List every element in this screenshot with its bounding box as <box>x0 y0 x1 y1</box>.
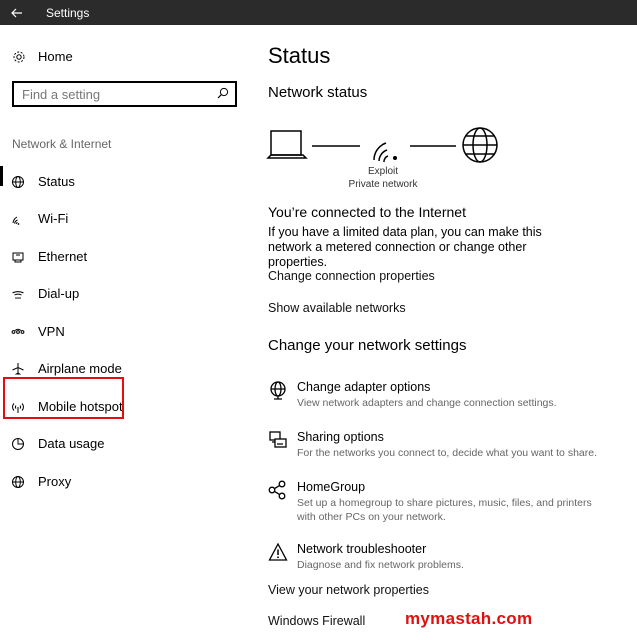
option-title: HomeGroup <box>297 480 366 494</box>
option-title: Change adapter options <box>297 380 431 394</box>
internet-globe-icon <box>462 127 498 163</box>
search-input[interactable] <box>22 85 212 103</box>
sidebar-item-label: Dial-up <box>38 286 80 302</box>
gear-icon <box>13 51 25 62</box>
option-description: Set up a homegroup to share pictures, mu… <box>297 497 592 523</box>
data-usage-icon <box>11 437 25 451</box>
title-bar: Settings <box>0 0 637 25</box>
sidebar-item-wifi[interactable]: Wi-Fi <box>0 201 240 239</box>
option-title: Sharing options <box>297 430 384 444</box>
laptop-icon <box>266 130 308 159</box>
sidebar-item-label: Status <box>38 173 75 189</box>
sidebar-item-vpn[interactable]: VPN <box>0 313 240 351</box>
search-icon[interactable] <box>217 87 229 99</box>
view-network-properties-link[interactable]: View your network properties <box>268 583 429 597</box>
hotspot-icon <box>11 400 25 414</box>
sidebar-item-mobile-hotspot[interactable]: Mobile hotspot <box>0 388 240 426</box>
network-name: Exploit <box>367 166 398 177</box>
home-label: Home <box>38 49 73 64</box>
show-available-networks-link[interactable]: Show available networks <box>268 301 406 315</box>
change-settings-heading: Change your network settings <box>268 337 467 354</box>
network-status-heading: Network status <box>268 84 368 101</box>
sidebar-item-status[interactable]: Status <box>0 163 240 201</box>
option-description: Diagnose and fix network problems. <box>297 559 464 571</box>
globe-status-icon <box>11 175 25 189</box>
sidebar-item-label: Wi-Fi <box>38 211 69 227</box>
page-title: Status <box>268 43 331 68</box>
back-button[interactable] <box>0 0 34 25</box>
windows-firewall-link[interactable]: Windows Firewall <box>268 614 365 628</box>
section-label: Network & Internet <box>12 137 112 151</box>
sidebar-item-airplane[interactable]: Airplane mode <box>0 351 240 389</box>
change-connection-properties-link[interactable]: Change connection properties <box>268 269 435 283</box>
option-description: For the networks you connect to, decide … <box>297 447 597 459</box>
adapter-globe-icon <box>270 381 286 400</box>
search-box[interactable] <box>12 81 237 107</box>
globe-icon <box>11 475 25 489</box>
sidebar-item-ethernet[interactable]: Ethernet <box>0 238 240 276</box>
home-nav[interactable]: Home <box>12 49 73 64</box>
sharing-icon <box>269 431 287 448</box>
sidebar-item-label: Data usage <box>38 436 105 452</box>
window-title: Settings <box>46 6 90 20</box>
connected-description: If you have a limited data plan, you can… <box>268 225 542 269</box>
sidebar-item-label: Ethernet <box>38 248 88 264</box>
option-title: Network troubleshooter <box>297 542 427 556</box>
dialup-icon <box>11 287 25 301</box>
watermark-text: mymastah.com <box>405 609 533 628</box>
option-description: View network adapters and change connect… <box>297 397 557 409</box>
vpn-icon <box>11 325 25 339</box>
sidebar-item-data-usage[interactable]: Data usage <box>0 426 240 464</box>
wifi-signal-icon <box>373 142 397 163</box>
network-type: Private network <box>348 179 418 190</box>
sidebar-item-proxy[interactable]: Proxy <box>0 463 240 501</box>
warning-icon <box>268 542 288 561</box>
sidebar-item-label: Proxy <box>38 473 72 489</box>
back-arrow-icon <box>11 8 22 17</box>
airplane-icon <box>11 362 25 376</box>
connected-title: You’re connected to the Internet <box>268 204 466 220</box>
wifi-icon <box>11 212 25 226</box>
sidebar-item-label: Airplane mode <box>38 361 122 377</box>
ethernet-icon <box>11 250 25 264</box>
sidebar-nav: Status Wi-Fi Ethernet Dial-up VPN Airpla… <box>0 163 240 501</box>
sidebar-item-dialup[interactable]: Dial-up <box>0 276 240 314</box>
homegroup-icon <box>268 480 286 500</box>
sidebar-item-label: Mobile hotspot <box>38 398 123 414</box>
sidebar-item-label: VPN <box>38 323 65 339</box>
